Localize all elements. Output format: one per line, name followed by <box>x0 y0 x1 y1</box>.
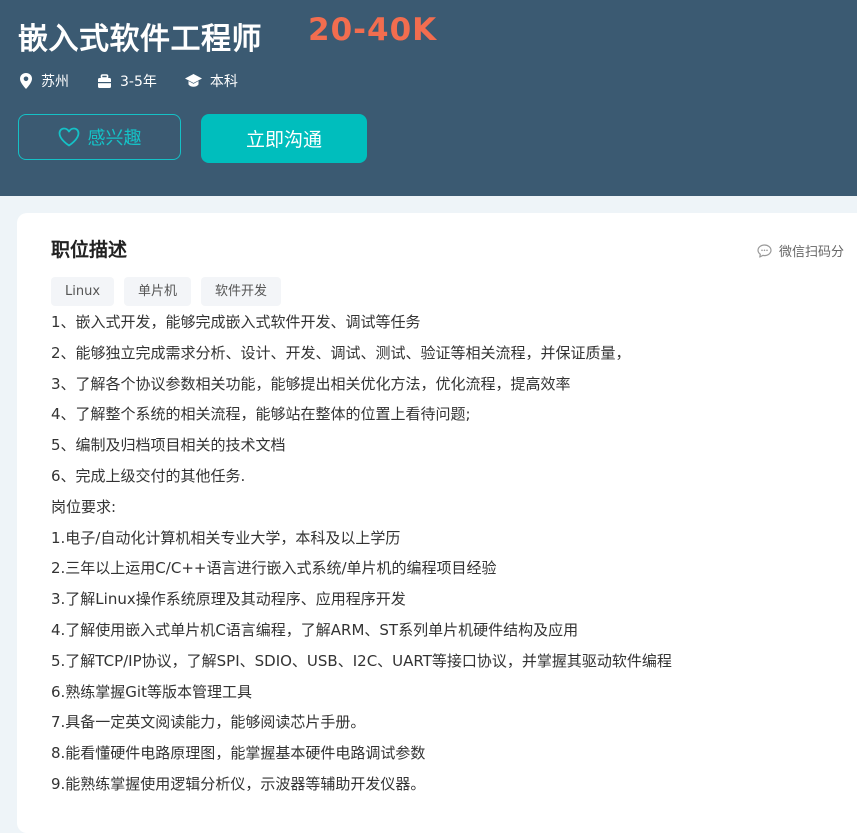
description-line: 5.了解TCP/IP协议，了解SPI、SDIO、USB、I2C、UART等接口协… <box>51 651 672 670</box>
description-line: 5、编制及归档项目相关的技术文档 <box>51 436 286 455</box>
description-line: 9.能熟练掌握使用逻辑分析仪，示波器等辅助开发仪器。 <box>51 774 426 793</box>
section-title: 职位描述 <box>51 239 128 261</box>
degree-text: 本科 <box>209 74 238 90</box>
interest-button[interactable]: 感兴趣 <box>18 114 181 160</box>
job-title: 嵌入式软件工程师 <box>18 22 262 57</box>
share-label: 微信扫码分 <box>779 245 845 260</box>
job-description-card: 职位描述 微信扫码分 Linux 单片机 软件开发 1、嵌入式开发，能够完成嵌入… <box>17 213 857 833</box>
tag: Linux <box>51 277 115 306</box>
requirements-heading: 岗位要求: <box>51 497 117 516</box>
description-line: 8.能看懂硬件电路原理图，能掌握基本硬件电路调试参数 <box>51 744 426 763</box>
heart-icon <box>58 127 79 147</box>
description-line: 6.熟练掌握Git等版本管理工具 <box>51 682 252 701</box>
briefcase-icon <box>98 73 111 88</box>
description-line: 2、能够独立完成需求分析、设计、开发、调试、测试、验证等相关流程，并保证质量， <box>51 343 631 362</box>
description-line: 7.具备一定英文阅读能力，能够阅读芯片手册。 <box>51 713 366 732</box>
meta-location: 苏州 <box>19 71 69 91</box>
chat-bubble-icon <box>757 243 772 258</box>
job-banner: 嵌入式软件工程师 20-40K 苏州 3-5年 本科 感兴趣 立即沟通 <box>0 0 857 196</box>
job-description-text: 1、嵌入式开发，能够完成嵌入式软件开发、调试等任务 2、能够独立完成需求分析、设… <box>51 307 851 800</box>
graduation-cap-icon <box>184 74 202 87</box>
location-pin-icon <box>20 73 32 89</box>
meta-degree: 本科 <box>184 71 238 91</box>
experience-text: 3-5年 <box>120 74 157 90</box>
chat-label: 立即沟通 <box>245 129 322 151</box>
tag: 软件开发 <box>201 277 282 306</box>
meta-experience: 3-5年 <box>97 71 157 91</box>
salary: 20-40K <box>308 12 438 48</box>
description-line: 6、完成上级交付的其他任务. <box>51 466 246 485</box>
wechat-share[interactable]: 微信扫码分 <box>757 241 844 260</box>
skill-tags: Linux 单片机 软件开发 <box>51 277 291 306</box>
tag: 单片机 <box>124 277 192 306</box>
description-line: 4.了解使用嵌入式单片机C语言编程，了解ARM、ST系列单片机硬件结构及应用 <box>51 620 579 639</box>
chat-now-button[interactable]: 立即沟通 <box>201 114 367 163</box>
description-line: 4、了解整个系统的相关流程，能够站在整体的位置上看待问题; <box>51 405 471 424</box>
description-line: 3、了解各个协议参数相关功能，能够提出相关优化方法，优化流程，提高效率 <box>51 374 571 393</box>
interest-label: 感兴趣 <box>87 128 142 149</box>
job-meta: 苏州 3-5年 本科 <box>19 70 266 92</box>
description-line: 3.了解Linux操作系统原理及其动程序、应用程序开发 <box>51 590 406 609</box>
location-text: 苏州 <box>41 74 69 90</box>
description-line: 2.三年以上运用C/C++语言进行嵌入式系统/单片机的编程项目经验 <box>51 559 497 578</box>
description-line: 1.电子/自动化计算机相关专业大学，本科及以上学历 <box>51 528 401 547</box>
description-line: 1、嵌入式开发，能够完成嵌入式软件开发、调试等任务 <box>51 313 421 331</box>
